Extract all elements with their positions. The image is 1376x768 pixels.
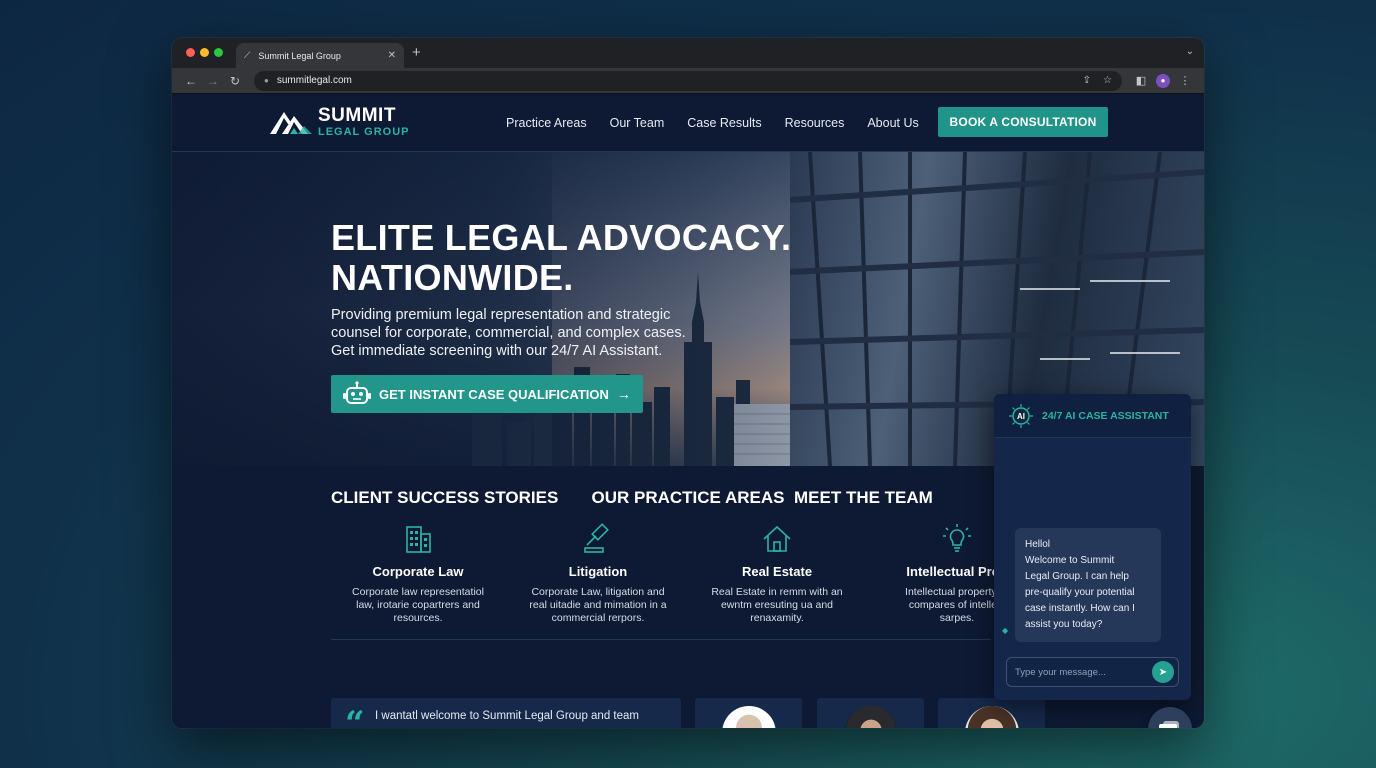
team-member-photo	[965, 706, 1019, 728]
favicon-icon: ⟋	[244, 50, 251, 60]
case-qualification-label: GET INSTANT CASE QUALIFICATION	[379, 386, 609, 402]
section-divider	[331, 639, 991, 640]
chat-message-bubble: Hellol Welcome to Summit Legal Group. I …	[1015, 528, 1161, 642]
close-tab-icon[interactable]: ✕	[388, 50, 396, 61]
practice-card-text: Corporate law representatiol law, irotari…	[352, 586, 484, 624]
browser-toolbar: ← → ↻ ● summitlegal.com ⇪ ☆ ◧ ● ⋮	[172, 68, 1204, 94]
mountain-logo-icon	[270, 112, 312, 134]
client-stories-heading: CLIENT SUCCESS STORIES	[331, 488, 559, 507]
tab-search-chevron-icon[interactable]: ⌄	[1186, 46, 1194, 57]
new-tab-button[interactable]: +	[412, 44, 421, 61]
chat-title: 24/7 AI CASE ASSISTANT	[1042, 409, 1169, 422]
bookmark-star-icon[interactable]: ☆	[1103, 75, 1112, 86]
site-logo[interactable]: SUMMIT LEGAL GROUP	[268, 106, 409, 138]
url-text: summitlegal.com	[276, 75, 352, 86]
ai-chat-widget: AI 24/7 AI CASE ASSISTANT Hellol Welcome…	[994, 394, 1191, 700]
robot-icon	[343, 381, 371, 404]
practice-card-title: Real Estate	[741, 564, 813, 579]
reload-icon[interactable]: ↻	[224, 74, 246, 88]
share-icon[interactable]: ⇪	[1083, 75, 1091, 86]
minimize-window-button[interactable]	[200, 48, 209, 57]
logo-wordmark: SUMMIT	[318, 105, 396, 126]
bot-avatar-icon: ◆	[1002, 626, 1009, 635]
hero-subtitle: Providing premium legal representation a…	[331, 306, 701, 360]
quote-icon: “	[345, 704, 365, 728]
browser-window: ⟋ Summit Legal Group ✕ + ⌄ ← → ↻ ● summi…	[172, 38, 1204, 728]
practice-card-text: Real Estate in remm with an ewntm eresuti…	[711, 586, 843, 624]
team-member-card[interactable]	[817, 698, 924, 728]
maximize-window-button[interactable]	[214, 48, 223, 57]
main-nav: Practice Areas Our Team Case Results Res…	[506, 94, 942, 152]
meet-team-heading: MEET THE TEAM	[794, 488, 933, 507]
arrow-right-icon: →	[616, 386, 631, 402]
site-header: SUMMIT LEGAL GROUP Practice Areas Our Te…	[172, 94, 1204, 152]
back-icon[interactable]: ←	[180, 74, 202, 88]
practice-card-corporate-law[interactable]: Corporate Law Corporate law representati…	[328, 522, 508, 625]
lock-icon: ●	[264, 76, 269, 85]
hero-title-line2: NATIONWIDE.	[331, 257, 574, 298]
team-member-card[interactable]	[695, 698, 802, 728]
chat-bubble-icon	[1159, 721, 1179, 728]
forward-icon[interactable]: →	[202, 74, 224, 88]
address-bar[interactable]: ● summitlegal.com ⇪ ☆	[254, 70, 1122, 91]
practice-card-text: Corporate Law, litigation and real uitadi…	[529, 586, 667, 624]
chat-message-input[interactable]	[1015, 666, 1152, 678]
send-icon[interactable]: ➤	[1152, 661, 1174, 683]
hero-title-line1: ELITE LEGAL ADVOCACY.	[331, 217, 792, 258]
logo-tagline: LEGAL GROUP	[318, 126, 410, 138]
profile-avatar-icon[interactable]: ●	[1156, 73, 1170, 88]
nav-our-team[interactable]: Our Team	[610, 116, 665, 130]
browser-tab[interactable]: ⟋ Summit Legal Group ✕	[236, 43, 404, 68]
team-member-photo	[722, 706, 776, 728]
lightbulb-icon	[943, 524, 971, 552]
gavel-icon	[584, 523, 609, 553]
team-member-card[interactable]	[938, 698, 1045, 728]
website: SUMMIT LEGAL GROUP Practice Areas Our Te…	[172, 94, 1204, 728]
hero-subtitle-line1: Providing premium legal representation a…	[331, 307, 671, 323]
chat-input-box[interactable]: ➤	[1006, 657, 1179, 687]
hero-subtitle-line2: counsel for corporate, commercial, and c…	[331, 325, 686, 341]
hero-title: ELITE LEGAL ADVOCACY. NATIONWIDE.	[331, 218, 791, 298]
side-panel-icon[interactable]: ◧	[1130, 74, 1152, 87]
nav-practice-areas[interactable]: Practice Areas	[506, 116, 587, 130]
nav-case-results[interactable]: Case Results	[687, 116, 761, 130]
practice-card-real-estate[interactable]: Real Estate Real Estate in remm with an e…	[687, 522, 867, 625]
team-member-photo	[844, 706, 898, 728]
tab-strip: ⟋ Summit Legal Group ✕ + ⌄	[172, 38, 1204, 68]
menu-kebab-icon[interactable]: ⋮	[1174, 74, 1196, 87]
practice-card-litigation[interactable]: Litigation Corporate Law, litigation and…	[508, 522, 688, 625]
nav-about-us[interactable]: About Us	[867, 116, 918, 130]
hero-subtitle-line3: Get immediate screening with our 24/7 AI…	[331, 343, 663, 359]
book-consultation-button[interactable]: BOOK A CONSULTATION	[938, 107, 1108, 137]
chat-header: AI 24/7 AI CASE ASSISTANT	[994, 394, 1191, 438]
testimonial-text: I wantatl welcome to Summit Legal Group …	[375, 710, 639, 722]
practice-card-title: Corporate Law	[372, 564, 464, 579]
case-qualification-button[interactable]: GET INSTANT CASE QUALIFICATION →	[331, 375, 643, 413]
svg-text:AI: AI	[1017, 412, 1025, 421]
ai-chip-icon: AI	[1009, 403, 1033, 428]
house-icon	[763, 525, 791, 552]
tab-title: Summit Legal Group	[258, 50, 341, 61]
nav-resources[interactable]: Resources	[785, 116, 845, 130]
office-building-icon	[406, 526, 431, 553]
testimonial-card: “ I wantatl welcome to Summit Legal Grou…	[331, 698, 681, 728]
close-window-button[interactable]	[186, 48, 195, 57]
practice-card-title: Litigation	[568, 564, 628, 579]
